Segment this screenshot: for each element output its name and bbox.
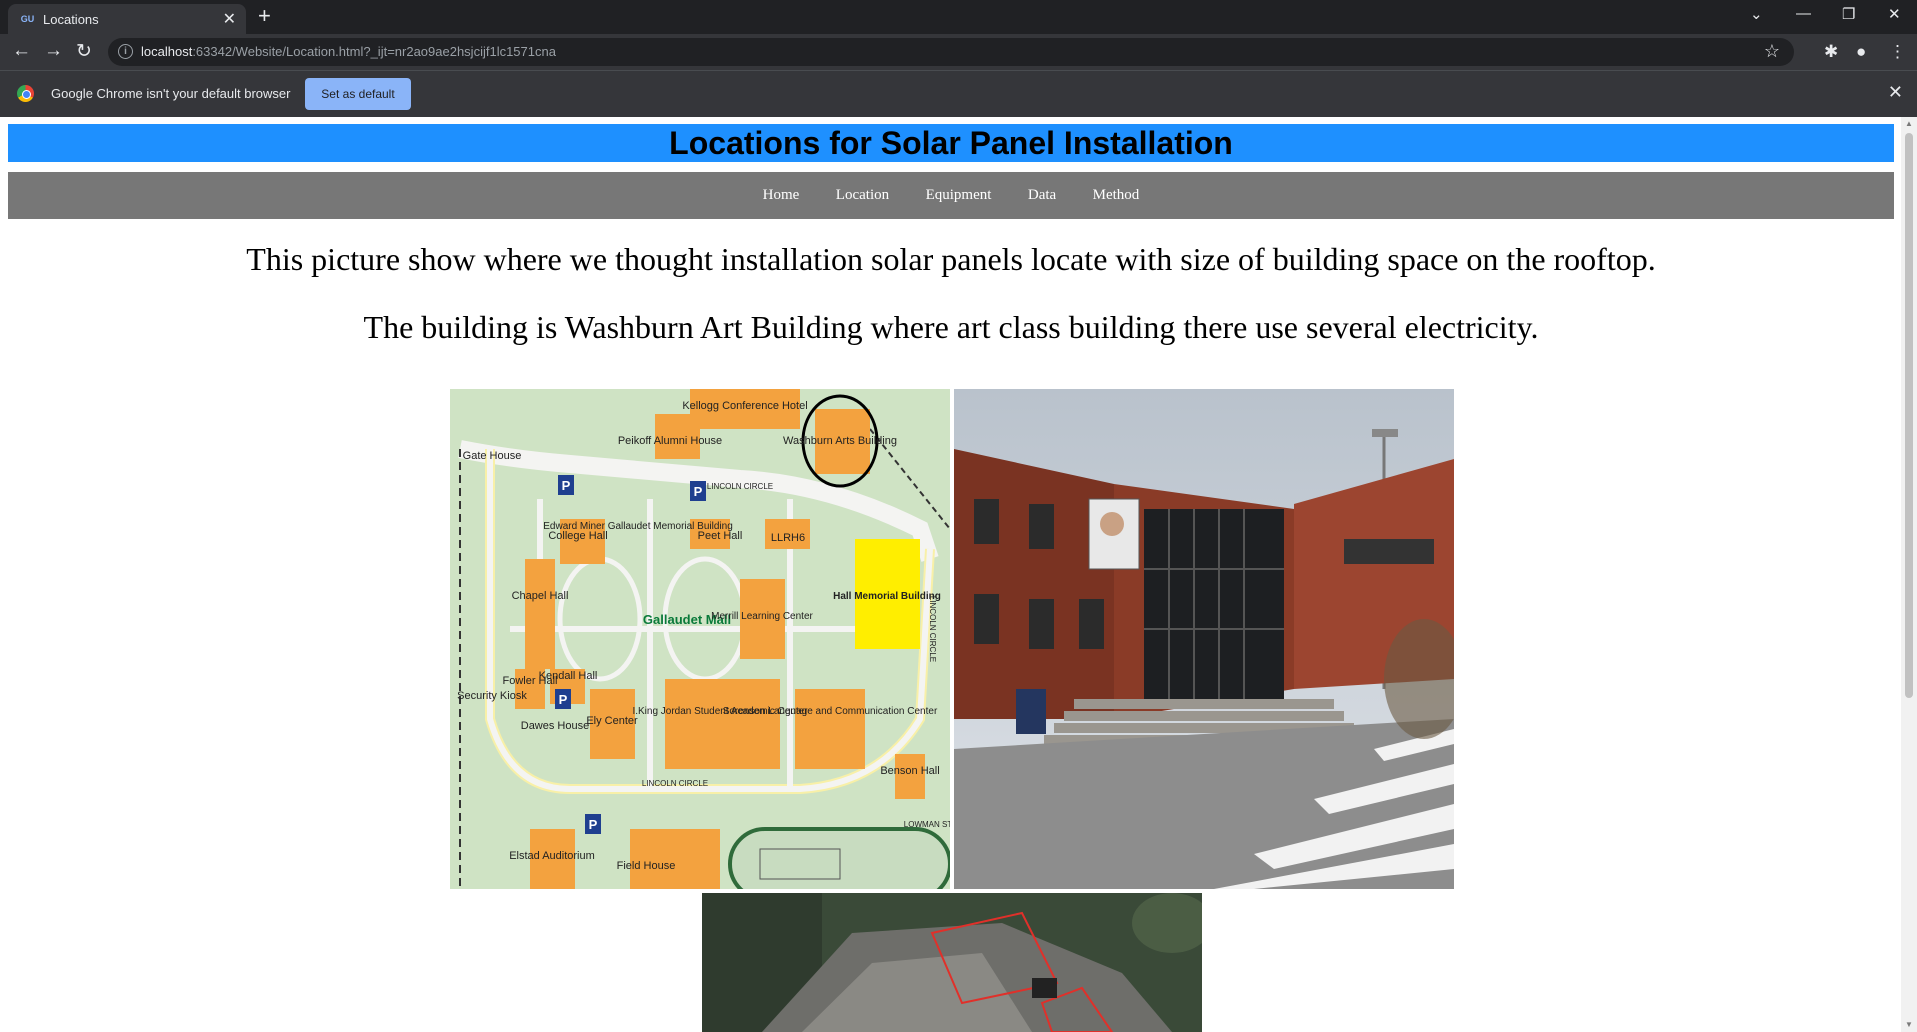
nav-equipment[interactable]: Equipment	[926, 172, 992, 219]
svg-text:LINCOLN CIRCLE: LINCOLN CIRCLE	[642, 779, 708, 788]
svg-text:Security Kiosk: Security Kiosk	[457, 690, 527, 702]
svg-text:Kellogg Conference Hotel: Kellogg Conference Hotel	[682, 400, 807, 412]
svg-text:LLRH6: LLRH6	[771, 532, 805, 544]
scroll-down-icon[interactable]: ▼	[1905, 1020, 1913, 1029]
profile-icon[interactable]: ●	[1856, 42, 1866, 62]
extensions-icon[interactable]: ✱	[1824, 42, 1838, 62]
url-text[interactable]: localhost:63342/Website/Location.html?_i…	[141, 44, 556, 59]
site-navigation: Home Location Equipment Data Method	[8, 172, 1894, 219]
new-tab-icon[interactable]: +	[258, 3, 271, 29]
menu-icon[interactable]: ⋮	[1889, 42, 1906, 62]
nav-method[interactable]: Method	[1093, 172, 1140, 219]
svg-text:Sorenson Language and Communic: Sorenson Language and Communication Cent…	[723, 706, 938, 717]
infobar-close-icon[interactable]: ✕	[1888, 82, 1903, 103]
reload-icon[interactable]: ↻	[76, 40, 92, 63]
svg-text:Ely Center: Ely Center	[586, 715, 638, 727]
tab-title: Locations	[43, 12, 99, 27]
svg-text:Peet Hall: Peet Hall	[698, 530, 743, 542]
svg-text:P: P	[589, 817, 598, 832]
nav-home[interactable]: Home	[763, 172, 800, 219]
svg-text:Benson Hall: Benson Hall	[880, 765, 939, 777]
svg-text:Elstad Auditorium: Elstad Auditorium	[509, 850, 595, 862]
browser-tab[interactable]: GU Locations ✕	[8, 4, 246, 34]
scroll-up-icon[interactable]: ▲	[1905, 119, 1913, 128]
tab-search-icon[interactable]: ⌄	[1750, 5, 1763, 23]
page-viewport: Locations for Solar Panel Installation H…	[0, 117, 1901, 1032]
tab-strip: GU Locations ✕ + ⌄ — ❐ ✕	[0, 0, 1917, 34]
rooftop-satellite-image	[702, 893, 1202, 1032]
svg-text:LOWMAN ST: LOWMAN ST	[904, 820, 950, 829]
site-info-icon[interactable]: i	[118, 44, 133, 59]
nav-data[interactable]: Data	[1028, 172, 1056, 219]
scrollbar-thumb[interactable]	[1905, 133, 1913, 698]
address-bar[interactable]: i localhost:63342/Website/Location.html?…	[108, 38, 1794, 66]
washburn-building-photo	[954, 389, 1454, 889]
window-close-icon[interactable]: ✕	[1888, 5, 1901, 23]
restore-icon[interactable]: ❐	[1842, 5, 1855, 23]
page-scrollbar[interactable]: ▲ ▼	[1901, 117, 1917, 1032]
svg-text:Hall Memorial Building: Hall Memorial Building	[833, 591, 941, 602]
svg-text:Peikoff Alumni House: Peikoff Alumni House	[618, 435, 722, 447]
svg-text:Merrill Learning Center: Merrill Learning Center	[711, 611, 813, 622]
close-tab-icon[interactable]: ✕	[223, 9, 236, 29]
campus-map-image: P P P P Kellogg Conference Hotel Peikoff…	[450, 389, 950, 889]
svg-text:Kendall Hall: Kendall Hall	[539, 670, 598, 682]
svg-text:LINCOLN CIRCLE: LINCOLN CIRCLE	[707, 482, 773, 491]
svg-text:Dawes House: Dawes House	[521, 720, 589, 732]
chrome-logo-icon	[17, 85, 34, 102]
svg-text:P: P	[694, 484, 703, 499]
browser-toolbar: ← → ↻ i localhost:63342/Website/Location…	[0, 34, 1917, 70]
nav-location[interactable]: Location	[836, 172, 889, 219]
site-favicon-icon: GU	[20, 14, 35, 24]
svg-text:P: P	[559, 692, 568, 707]
infobar-message: Google Chrome isn't your default browser	[51, 86, 291, 101]
svg-text:Gate House: Gate House	[463, 450, 522, 462]
svg-text:Washburn Arts Building: Washburn Arts Building	[783, 435, 897, 447]
svg-text:LINCOLN CIRCLE: LINCOLN CIRCLE	[928, 596, 937, 662]
bookmark-star-icon[interactable]: ☆	[1764, 41, 1780, 62]
page-title: Locations for Solar Panel Installation	[8, 124, 1894, 162]
svg-text:Chapel Hall: Chapel Hall	[512, 590, 569, 602]
intro-paragraph: This picture show where we thought insta…	[246, 241, 1656, 277]
svg-text:Field House: Field House	[617, 860, 676, 872]
default-browser-infobar: Google Chrome isn't your default browser…	[0, 70, 1917, 117]
back-icon[interactable]: ←	[12, 40, 31, 62]
forward-icon[interactable]: →	[44, 40, 63, 62]
set-default-button[interactable]: Set as default	[305, 78, 411, 110]
building-paragraph: The building is Washburn Art Building wh…	[363, 309, 1539, 345]
minimize-icon[interactable]: —	[1796, 5, 1811, 22]
svg-text:P: P	[562, 478, 571, 493]
